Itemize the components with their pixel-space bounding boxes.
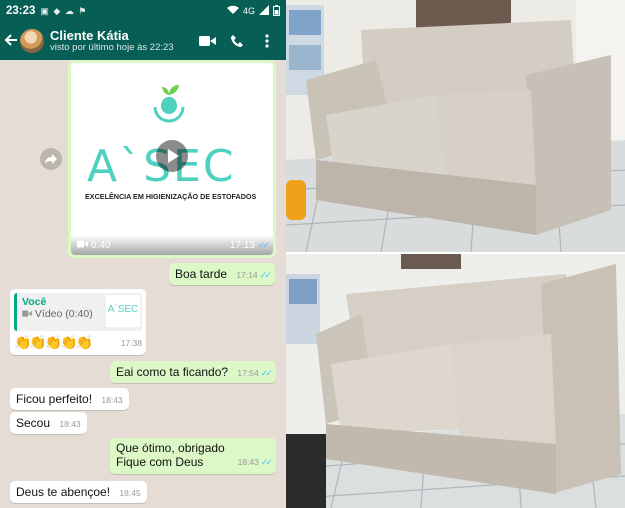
video-message[interactable]: A`SEC EXCELÊNCIA EM HIGIENIZAÇÃO DE ESTO… [68,60,276,258]
message-time: 18:43 [59,419,81,429]
play-button[interactable] [156,140,188,172]
message-time: 17:54 [237,368,259,378]
sofa-photo-after [286,254,625,508]
message-time: 17:38 [120,337,142,348]
message-incoming[interactable]: Secou 18:43 [10,412,87,434]
quoted-thumbnail: A`SEC [106,295,140,327]
message-time: 18:45 [119,488,141,498]
quoted-message[interactable]: Você Vídeo (0:40) A`SEC [14,293,142,331]
message-time: 17:14 [236,270,258,280]
chat-header: Cliente Kátia visto por último hoje às 2… [0,22,286,60]
chat-screen: 23:23 ▣ ◆ ☁ ⚑ 4G Cliente Kátia visto por… [0,0,286,508]
brand-tagline: EXCELÊNCIA EM HIGIENIZAÇÃO DE ESTOFADOS [85,192,257,201]
wifi-icon [226,5,239,17]
read-ticks-icon: ✓✓ [259,269,272,280]
contact-info[interactable]: Cliente Kátia visto por último hoje às 2… [50,27,192,54]
last-seen: visto por último hoje às 22:23 [50,41,174,53]
phone-call-icon[interactable] [222,34,252,48]
message-incoming[interactable]: Você Vídeo (0:40) A`SEC 👏👏👏👏👏 17:38 [10,289,146,355]
message-outgoing[interactable]: Boa tarde 17:14 ✓✓ [169,263,275,285]
message-text: Eai como ta ficando? [116,365,229,379]
read-ticks-icon: ✓✓ [260,457,273,467]
video-info-bar: 0:40 17:13 ✓✓ [71,235,273,255]
network-type: 4G [242,6,255,16]
message-outgoing[interactable]: Que ótimo, obrigado Fique com Deus 18:43… [110,438,276,474]
back-arrow-icon[interactable] [4,31,20,52]
video-call-icon[interactable] [192,35,222,47]
signal-icon [259,5,269,17]
message-incoming[interactable]: Deus te abençoe! 18:45 [10,481,147,503]
message-text-line: Fique com Deus [116,455,204,469]
notification-icons: ▣ ◆ ☁ ⚑ [40,5,88,16]
clock: 23:23 [6,5,36,17]
quoted-video-label: Vídeo (0:40) [34,308,93,320]
contact-name: Cliente Kátia [50,27,129,43]
message-text-line: Que ótimo, obrigado [116,441,225,455]
brand-logo-icon [153,85,185,123]
message-list[interactable]: A`SEC EXCELÊNCIA EM HIGIENIZAÇÃO DE ESTO… [0,60,286,508]
video-duration: 0:40 [91,239,111,251]
message-time: 18:43 [237,457,259,467]
message-outgoing[interactable]: Eai como ta ficando? 17:54 ✓✓ [110,361,276,383]
battery-icon [273,4,280,18]
sofa-photo-before [286,0,625,252]
system-indicators: 4G [226,4,280,18]
message-time: 18:43 [101,395,123,405]
message-text: Boa tarde [175,267,228,281]
more-options-icon[interactable] [252,34,282,48]
message-text: Deus te abençoe! [16,485,111,499]
message-incoming[interactable]: Ficou perfeito! 18:43 [10,388,129,410]
forward-icon[interactable] [40,148,62,170]
video-camera-icon [22,308,35,320]
message-text: Ficou perfeito! [16,392,93,406]
status-bar: 23:23 ▣ ◆ ☁ ⚑ 4G [0,0,286,22]
message-text: Secou [16,416,51,430]
video-time: 17:13 [229,239,255,251]
contact-avatar[interactable] [20,29,44,53]
read-ticks-icon: ✓✓ [257,239,270,250]
video-thumbnail[interactable]: A`SEC EXCELÊNCIA EM HIGIENIZAÇÃO DE ESTO… [71,63,273,255]
read-ticks-icon: ✓✓ [260,367,273,378]
message-text: 👏👏👏👏👏 [14,334,93,350]
video-camera-icon [77,240,88,251]
